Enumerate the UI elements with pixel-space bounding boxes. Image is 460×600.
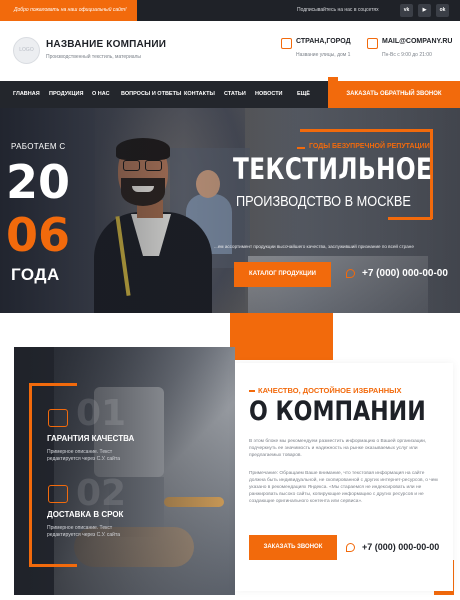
hero-year-second: 06 [6, 208, 71, 262]
hero-frame-line [300, 129, 432, 132]
hero-subtitle: ПРОИЗВОДСТВО В МОСКВЕ [236, 193, 411, 210]
logo[interactable]: LOGO [13, 37, 40, 64]
header-address: Название улицы, дом 1 [296, 52, 351, 58]
feature-title: ГАРАНТИЯ КАЧЕСТВА [47, 434, 135, 443]
nav-item-products[interactable]: ПРОДУКЦИЯ [49, 81, 83, 108]
building-icon [281, 38, 292, 49]
decorative-block [230, 313, 333, 360]
nav-item-home[interactable]: ГЛАВНАЯ [13, 81, 40, 108]
nav-item-articles[interactable]: СТАТЬИ [224, 81, 246, 108]
header-hours: Пн-Вс с 9:00 до 21:00 [382, 52, 432, 58]
odnoklassniki-icon[interactable]: ok [436, 4, 449, 17]
page: Добро пожаловать на наш официальный сайт… [0, 0, 460, 600]
social-caption: Подписывайтесь на нас в соцсетях [297, 7, 379, 13]
feature-frame-line [29, 383, 77, 386]
feature-frame-line [29, 383, 32, 566]
hero-title: ТЕКСТИЛЬНОЕ [233, 152, 433, 186]
hero-years-label: ГОДА [11, 265, 60, 284]
nav-item-about[interactable]: О НАС [92, 81, 110, 108]
header: LOGO НАЗВАНИЕ КОМПАНИИ Производственный … [0, 21, 460, 81]
company-tagline: Производственный текстиль, материалы [46, 54, 142, 60]
feature-frame-line [29, 564, 77, 567]
about-eyebrow: КАЧЕСТВО, ДОСТОЙНОЕ ИЗБРАННЫХ [258, 386, 402, 395]
about-title: О КОМПАНИИ [249, 396, 426, 427]
hero-eyebrow: ГОДЫ БЕЗУПРЕЧНОЙ РЕПУТАЦИИ [309, 143, 430, 150]
hero-frame-line [388, 217, 432, 220]
youtube-icon[interactable]: ▶ [418, 4, 431, 17]
about-paragraph: Примечание: Обращаем Ваше внимание, что … [249, 471, 438, 504]
mail-icon [367, 38, 378, 49]
feature-title: ДОСТАВКА В СРОК [47, 510, 124, 519]
top-bar: Добро пожаловать на наш официальный сайт… [0, 0, 460, 21]
phone-icon [346, 269, 355, 278]
nav-item-faq[interactable]: ВОПРОСЫ И ОТВЕТЫ [121, 81, 181, 108]
nav-item-news[interactable]: НОВОСТИ [255, 81, 283, 108]
hero-since-label: РАБОТАЕМ С [11, 142, 66, 151]
nav-item-more[interactable]: ЕЩЁ [297, 81, 310, 108]
hero-year-first: 20 [6, 155, 71, 209]
feature-text: Примерное описание. Текст редактируется … [47, 525, 120, 538]
vk-icon[interactable]: vk [400, 4, 413, 17]
company-name[interactable]: НАЗВАНИЕ КОМПАНИИ [46, 39, 166, 50]
callback-button[interactable]: ЗАКАЗАТЬ ОБРАТНЫЙ ЗВОНОК [328, 81, 460, 108]
feature-number: 01 [76, 393, 127, 434]
order-call-button[interactable]: ЗАКАЗАТЬ ЗВОНОК [249, 535, 337, 560]
about-phone[interactable]: +7 (000) 000-00-00 [362, 542, 439, 552]
header-city: СТРАНА,ГОРОД [296, 38, 351, 45]
features-panel: 01 ГАРАНТИЯ КАЧЕСТВА Примерное описание.… [14, 347, 235, 595]
hero-description: ...ем ассортимент продукции высочайшего … [214, 244, 414, 249]
quality-icon [48, 409, 68, 427]
nav-item-contacts[interactable]: КОНТАКТЫ [184, 81, 215, 108]
welcome-text: Добро пожаловать на наш официальный сайт… [0, 0, 137, 21]
catalog-button[interactable]: КАТАЛОГ ПРОДУКЦИИ [234, 262, 331, 287]
feature-number: 02 [76, 473, 127, 514]
hero-phone[interactable]: +7 (000) 000-00-00 [362, 268, 448, 279]
header-email[interactable]: MAIL@COMPANY.RU [382, 38, 452, 45]
eyebrow-dash [249, 390, 255, 392]
feature-text: Примерное описание. Текст редактируется … [47, 449, 120, 462]
phone-icon [346, 543, 355, 552]
about-paragraph: В этом блоке мы рекомендуем разместить и… [249, 439, 427, 458]
delivery-icon [48, 485, 68, 503]
eyebrow-dash [297, 147, 305, 149]
